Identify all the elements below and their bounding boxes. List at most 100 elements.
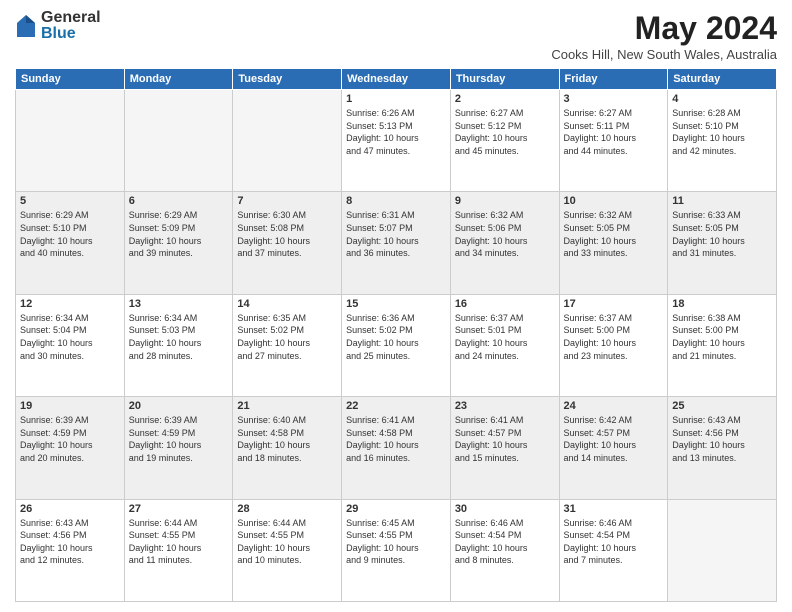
logo: General Blue: [15, 10, 101, 42]
day-number: 18: [672, 298, 772, 310]
day-number: 25: [672, 400, 772, 412]
calendar-header-friday: Friday: [559, 69, 668, 90]
day-number: 10: [564, 195, 664, 207]
calendar-cell: 28 Sunrise: 6:44 AM Sunset: 4:55 PM Dayli…: [233, 499, 342, 601]
day-info: Sunrise: 6:46 AM Sunset: 4:54 PM Dayligh…: [455, 517, 555, 567]
day-number: 2: [455, 93, 555, 105]
day-info: Sunrise: 6:37 AM Sunset: 5:01 PM Dayligh…: [455, 312, 555, 362]
calendar-week-row: 12Sunrise: 6:34 AM Sunset: 5:04 PM Dayli…: [16, 294, 777, 396]
day-number: 3: [564, 93, 664, 105]
calendar-cell: [668, 499, 777, 601]
calendar-cell: 13 Sunrise: 6:34 AM Sunset: 5:03 PM Dayli…: [124, 294, 233, 396]
day-number: 20: [129, 400, 229, 412]
calendar-cell: 25 Sunrise: 6:43 AM Sunset: 4:56 PM Dayli…: [668, 397, 777, 499]
day-number: 28: [237, 503, 337, 515]
day-number: 8: [346, 195, 446, 207]
calendar-cell: [233, 90, 342, 192]
day-info: Sunrise: 6:40 AM Sunset: 4:58 PM Dayligh…: [237, 414, 337, 464]
day-info: Sunrise: 6:32 AM Sunset: 5:05 PM Dayligh…: [564, 209, 664, 259]
page: General Blue May 2024 Cooks Hill, New So…: [0, 0, 792, 612]
day-number: 30: [455, 503, 555, 515]
calendar-header-wednesday: Wednesday: [342, 69, 451, 90]
day-number: 31: [564, 503, 664, 515]
calendar-cell: 29Sunrise: 6:45 AM Sunset: 4:55 PM Dayli…: [342, 499, 451, 601]
calendar-cell: 12Sunrise: 6:34 AM Sunset: 5:04 PM Dayli…: [16, 294, 125, 396]
day-info: Sunrise: 6:33 AM Sunset: 5:05 PM Dayligh…: [672, 209, 772, 259]
day-number: 17: [564, 298, 664, 310]
day-number: 21: [237, 400, 337, 412]
calendar-table: SundayMondayTuesdayWednesdayThursdayFrid…: [15, 68, 777, 602]
day-number: 19: [20, 400, 120, 412]
calendar-cell: 6Sunrise: 6:29 AM Sunset: 5:09 PM Daylig…: [124, 192, 233, 294]
calendar-cell: 21 Sunrise: 6:40 AM Sunset: 4:58 PM Dayli…: [233, 397, 342, 499]
location: Cooks Hill, New South Wales, Australia: [551, 47, 777, 62]
day-info: Sunrise: 6:35 AM Sunset: 5:02 PM Dayligh…: [237, 312, 337, 362]
day-number: 11: [672, 195, 772, 207]
logo-text: General Blue: [41, 10, 101, 42]
day-info: Sunrise: 6:39 AM Sunset: 4:59 PM Dayligh…: [129, 414, 229, 464]
day-number: 16: [455, 298, 555, 310]
title-block: May 2024 Cooks Hill, New South Wales, Au…: [551, 10, 777, 62]
day-number: 14: [237, 298, 337, 310]
calendar-header-thursday: Thursday: [450, 69, 559, 90]
day-info: Sunrise: 6:28 AM Sunset: 5:10 PM Dayligh…: [672, 107, 772, 157]
calendar-cell: 26 Sunrise: 6:43 AM Sunset: 4:56 PM Dayli…: [16, 499, 125, 601]
day-info: Sunrise: 6:34 AM Sunset: 5:03 PM Dayligh…: [129, 312, 229, 362]
calendar-cell: 16 Sunrise: 6:37 AM Sunset: 5:01 PM Dayli…: [450, 294, 559, 396]
day-info: Sunrise: 6:26 AM Sunset: 5:13 PM Dayligh…: [346, 107, 446, 157]
calendar-week-row: 26 Sunrise: 6:43 AM Sunset: 4:56 PM Dayli…: [16, 499, 777, 601]
logo-icon: [17, 15, 35, 37]
day-info: Sunrise: 6:31 AM Sunset: 5:07 PM Dayligh…: [346, 209, 446, 259]
calendar-cell: 23Sunrise: 6:41 AM Sunset: 4:57 PM Dayli…: [450, 397, 559, 499]
day-number: 7: [237, 195, 337, 207]
calendar-cell: 22Sunrise: 6:41 AM Sunset: 4:58 PM Dayli…: [342, 397, 451, 499]
calendar-header-monday: Monday: [124, 69, 233, 90]
day-number: 13: [129, 298, 229, 310]
logo-blue: Blue: [41, 26, 101, 42]
day-info: Sunrise: 6:43 AM Sunset: 4:56 PM Dayligh…: [672, 414, 772, 464]
calendar-cell: 10 Sunrise: 6:32 AM Sunset: 5:05 PM Dayli…: [559, 192, 668, 294]
calendar-cell: 2Sunrise: 6:27 AM Sunset: 5:12 PM Daylig…: [450, 90, 559, 192]
day-number: 9: [455, 195, 555, 207]
day-info: Sunrise: 6:32 AM Sunset: 5:06 PM Dayligh…: [455, 209, 555, 259]
day-info: Sunrise: 6:44 AM Sunset: 4:55 PM Dayligh…: [129, 517, 229, 567]
calendar-header-row: SundayMondayTuesdayWednesdayThursdayFrid…: [16, 69, 777, 90]
day-info: Sunrise: 6:42 AM Sunset: 4:57 PM Dayligh…: [564, 414, 664, 464]
calendar-cell: 20 Sunrise: 6:39 AM Sunset: 4:59 PM Dayli…: [124, 397, 233, 499]
calendar-cell: 19Sunrise: 6:39 AM Sunset: 4:59 PM Dayli…: [16, 397, 125, 499]
calendar-week-row: 19 Sunrise: 6:39 AM Sunset: 4:59 PM Dayli…: [16, 397, 777, 499]
day-info: Sunrise: 6:29 AM Sunset: 5:09 PM Dayligh…: [129, 209, 229, 259]
calendar-week-row: 5 Sunrise: 6:29 AM Sunset: 5:10 PM Daylig…: [16, 192, 777, 294]
calendar-cell: 30 Sunrise: 6:46 AM Sunset: 4:54 PM Dayli…: [450, 499, 559, 601]
calendar-cell: 31 Sunrise: 6:46 AM Sunset: 4:54 PM Dayli…: [559, 499, 668, 601]
calendar-cell: 1 Sunrise: 6:26 AM Sunset: 5:13 PM Daylig…: [342, 90, 451, 192]
day-number: 15: [346, 298, 446, 310]
day-info: Sunrise: 6:29 AM Sunset: 5:10 PM Dayligh…: [20, 209, 120, 259]
calendar-cell: 11 Sunrise: 6:33 AM Sunset: 5:05 PM Dayli…: [668, 192, 777, 294]
day-number: 27: [129, 503, 229, 515]
calendar-cell: 5 Sunrise: 6:29 AM Sunset: 5:10 PM Daylig…: [16, 192, 125, 294]
calendar-cell: 9 Sunrise: 6:32 AM Sunset: 5:06 PM Daylig…: [450, 192, 559, 294]
calendar-cell: 8 Sunrise: 6:31 AM Sunset: 5:07 PM Daylig…: [342, 192, 451, 294]
calendar-header-saturday: Saturday: [668, 69, 777, 90]
calendar-cell: [16, 90, 125, 192]
day-info: Sunrise: 6:46 AM Sunset: 4:54 PM Dayligh…: [564, 517, 664, 567]
day-info: Sunrise: 6:30 AM Sunset: 5:08 PM Dayligh…: [237, 209, 337, 259]
day-info: Sunrise: 6:38 AM Sunset: 5:00 PM Dayligh…: [672, 312, 772, 362]
calendar-cell: 7 Sunrise: 6:30 AM Sunset: 5:08 PM Daylig…: [233, 192, 342, 294]
calendar-cell: 3Sunrise: 6:27 AM Sunset: 5:11 PM Daylig…: [559, 90, 668, 192]
calendar-cell: 4Sunrise: 6:28 AM Sunset: 5:10 PM Daylig…: [668, 90, 777, 192]
day-info: Sunrise: 6:34 AM Sunset: 5:04 PM Dayligh…: [20, 312, 120, 362]
logo-general: General: [41, 10, 101, 26]
month-title: May 2024: [551, 10, 777, 47]
day-number: 5: [20, 195, 120, 207]
day-info: Sunrise: 6:41 AM Sunset: 4:57 PM Dayligh…: [455, 414, 555, 464]
header: General Blue May 2024 Cooks Hill, New So…: [15, 10, 777, 62]
day-info: Sunrise: 6:41 AM Sunset: 4:58 PM Dayligh…: [346, 414, 446, 464]
day-number: 1: [346, 93, 446, 105]
day-info: Sunrise: 6:36 AM Sunset: 5:02 PM Dayligh…: [346, 312, 446, 362]
day-number: 26: [20, 503, 120, 515]
calendar-header-sunday: Sunday: [16, 69, 125, 90]
day-info: Sunrise: 6:44 AM Sunset: 4:55 PM Dayligh…: [237, 517, 337, 567]
day-info: Sunrise: 6:43 AM Sunset: 4:56 PM Dayligh…: [20, 517, 120, 567]
